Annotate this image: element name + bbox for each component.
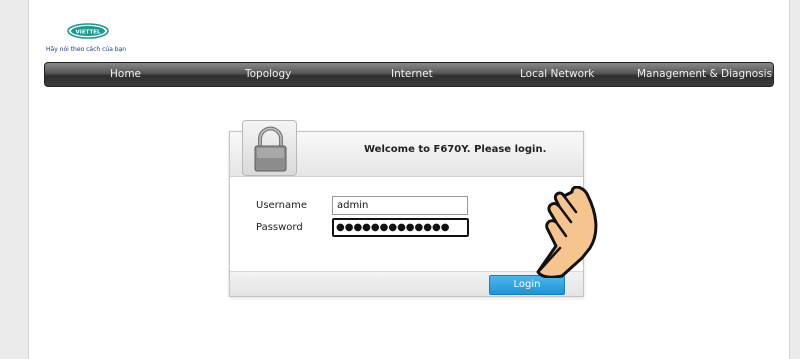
padlock-icon <box>254 126 287 172</box>
viettel-logo: VIETTEL Hãy nói theo cách của bạn <box>46 22 136 56</box>
logo-brand-text: VIETTEL <box>76 30 101 36</box>
username-label: Username <box>256 200 307 211</box>
login-button[interactable]: Login <box>489 275 565 295</box>
lock-icon-frame <box>242 120 297 176</box>
username-input[interactable] <box>332 196 468 215</box>
logo-tagline: Hãy nói theo cách của bạn <box>46 46 127 53</box>
nav-item-local-network[interactable]: Local Network <box>520 68 594 80</box>
nav-item-home[interactable]: Home <box>110 68 141 80</box>
login-header: Welcome to F670Y. Please login. <box>230 120 583 177</box>
nav-item-internet[interactable]: Internet <box>391 68 433 80</box>
main-nav-bar: Home Topology Internet Local Network Man… <box>44 62 774 87</box>
password-label: Password <box>256 222 303 233</box>
nav-item-management-diagnosis[interactable]: Management & Diagnosis <box>637 68 772 80</box>
viettel-logo-icon: VIETTEL <box>67 23 109 39</box>
password-input[interactable] <box>332 218 469 237</box>
pointing-hand-icon <box>536 186 598 278</box>
nav-item-topology[interactable]: Topology <box>245 68 291 80</box>
login-title: Welcome to F670Y. Please login. <box>364 144 547 155</box>
